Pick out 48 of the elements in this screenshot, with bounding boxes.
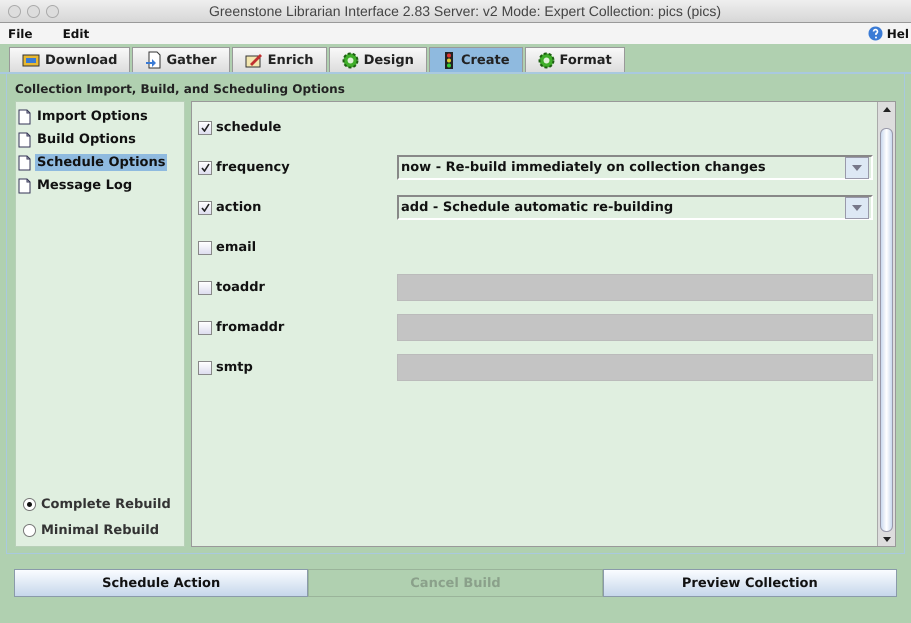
window-control-icon[interactable] — [8, 4, 21, 18]
document-arrow-icon — [145, 51, 162, 69]
pencil-card-icon — [244, 52, 263, 68]
radio-option[interactable]: Minimal Rebuild — [18, 517, 182, 543]
tab[interactable]: Design — [328, 47, 427, 72]
tab[interactable]: Format — [524, 47, 625, 72]
tab[interactable]: Enrich — [232, 47, 327, 72]
help-menu[interactable]: Hel — [886, 26, 909, 40]
document-icon — [18, 108, 31, 124]
dropdown[interactable]: add - Schedule automatic re-building — [397, 195, 873, 220]
action-button[interactable]: Schedule Action — [14, 569, 308, 597]
document-icon — [18, 132, 31, 148]
scrollbar[interactable] — [877, 102, 895, 546]
up-arrow-icon[interactable] — [882, 106, 890, 112]
tab[interactable]: Create — [428, 47, 523, 72]
document-icon — [18, 178, 31, 194]
sidebar-item[interactable]: Build Options — [18, 128, 182, 151]
gear-icon — [538, 52, 555, 68]
radio-option[interactable]: Complete Rebuild — [18, 491, 182, 517]
action-button[interactable]: Preview Collection — [602, 569, 897, 597]
window-control-icon[interactable] — [27, 4, 40, 18]
window-title: Greenstone Librarian Interface 2.83 Server: v2 Mode: Expert Collection: pics (pics) — [208, 3, 722, 19]
menu-item[interactable]: Edit — [62, 26, 90, 40]
sidebar-item[interactable]: Message Log — [18, 174, 182, 197]
window-control-icon[interactable] — [46, 4, 59, 18]
caret-icon — [852, 204, 862, 210]
checkbox[interactable] — [198, 160, 212, 174]
help-icon[interactable] — [868, 26, 883, 41]
down-arrow-icon[interactable] — [882, 536, 890, 542]
option-checkbox[interactable]: schedule — [198, 120, 397, 135]
option-checkbox[interactable]: action — [198, 200, 397, 215]
caret-icon — [852, 164, 862, 170]
document-icon — [18, 154, 31, 170]
folder-icon — [22, 53, 40, 67]
gear-icon — [342, 52, 359, 68]
checkbox[interactable] — [198, 240, 212, 254]
option-checkbox[interactable]: frequency — [198, 160, 397, 175]
panel-title: Collection Import, Build, and Scheduling Options — [15, 82, 346, 96]
checkbox[interactable] — [198, 120, 212, 134]
tab[interactable]: Gather — [132, 47, 230, 72]
radio-button[interactable] — [23, 524, 36, 536]
dropdown[interactable]: now - Re-build immediately on collection changes — [397, 155, 873, 180]
menu-item[interactable]: File — [8, 26, 33, 40]
option-checkbox[interactable]: email — [198, 240, 397, 255]
checkbox[interactable] — [198, 200, 212, 214]
sidebar-item[interactable]: Import Options — [18, 105, 182, 128]
tab[interactable]: Download — [9, 47, 130, 72]
radio-button[interactable] — [23, 498, 36, 510]
